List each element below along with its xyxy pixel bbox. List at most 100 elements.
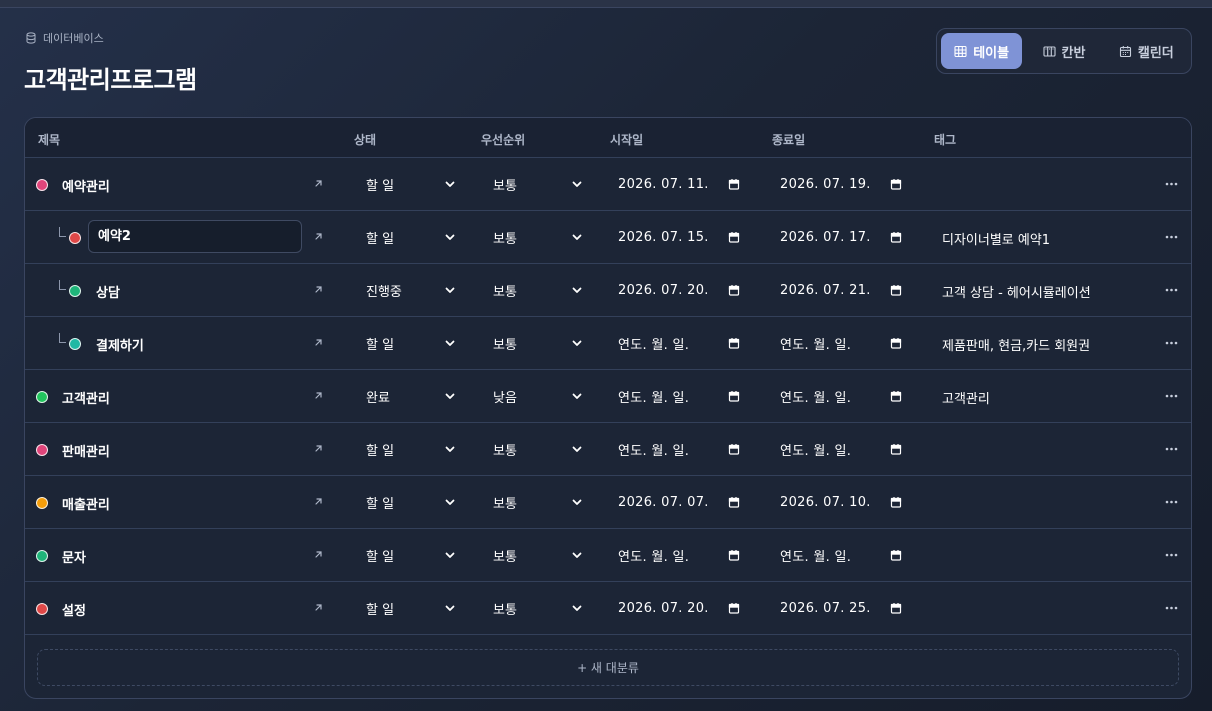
status-select[interactable]: 할 일 xyxy=(362,486,462,518)
open-page-icon[interactable] xyxy=(313,602,324,613)
priority-select[interactable]: 낮음 xyxy=(489,380,589,412)
priority-select[interactable]: 보통 xyxy=(489,274,589,306)
color-dot[interactable] xyxy=(36,179,48,191)
row-tags[interactable]: 디자이너별로 예약1 xyxy=(942,229,1050,248)
priority-select[interactable]: 보통 xyxy=(489,486,589,518)
view-table-button[interactable]: 테이블 xyxy=(941,33,1023,69)
column-header-start[interactable]: 시작일 xyxy=(610,131,643,148)
start-date-input[interactable]: 연도. 월. 일. xyxy=(618,327,740,359)
breadcrumb-label[interactable]: 데이터베이스 xyxy=(43,30,104,46)
end-date-input[interactable]: 연도. 월. 일. xyxy=(780,327,902,359)
table-row: 예약2 할 일 보통 2026. 07. 15. 2026. 07. 17. 디… xyxy=(25,211,1191,264)
more-options-button[interactable] xyxy=(1163,547,1179,563)
open-page-icon[interactable] xyxy=(313,284,324,295)
end-date-input[interactable]: 2026. 07. 21. xyxy=(780,274,902,306)
color-dot[interactable] xyxy=(36,603,48,615)
start-date-input[interactable]: 2026. 07. 07. xyxy=(618,486,740,518)
more-options-button[interactable] xyxy=(1163,282,1179,298)
start-date-input[interactable]: 2026. 07. 15. xyxy=(618,221,740,253)
open-page-icon[interactable] xyxy=(313,496,324,507)
open-page-icon[interactable] xyxy=(313,231,324,242)
color-dot[interactable] xyxy=(36,497,48,509)
view-kanban-button[interactable]: 칸반 xyxy=(1026,33,1101,69)
start-date-input[interactable]: 연도. 월. 일. xyxy=(618,433,740,465)
more-options-button[interactable] xyxy=(1163,335,1179,351)
start-date-input[interactable]: 2026. 07. 11. xyxy=(618,168,740,200)
row-title[interactable]: 고객관리 xyxy=(62,388,110,407)
end-date-input[interactable]: 2026. 07. 17. xyxy=(780,221,902,253)
table-body: 예약관리 할 일 보통 2026. 07. 11. 2026. 07. 19. … xyxy=(25,158,1191,635)
end-date-input[interactable]: 연도. 월. 일. xyxy=(780,433,902,465)
chevron-down-icon xyxy=(572,287,582,293)
priority-select[interactable]: 보통 xyxy=(489,592,589,624)
end-date-input[interactable]: 2026. 07. 19. xyxy=(780,168,902,200)
view-calendar-button[interactable]: 캘린더 xyxy=(1106,33,1187,69)
priority-select[interactable]: 보통 xyxy=(489,327,589,359)
open-page-icon[interactable] xyxy=(313,178,324,189)
row-tags[interactable]: 고객 상담 - 헤어시뮬레이션 xyxy=(942,282,1091,301)
end-date-input[interactable]: 연도. 월. 일. xyxy=(780,539,902,571)
end-date-input[interactable]: 2026. 07. 10. xyxy=(780,486,902,518)
open-page-icon[interactable] xyxy=(313,390,324,401)
priority-select[interactable]: 보통 xyxy=(489,221,589,253)
title-input[interactable]: 예약2 xyxy=(88,220,302,253)
status-select[interactable]: 할 일 xyxy=(362,327,462,359)
row-title[interactable]: 문자 xyxy=(62,547,86,566)
column-header-end[interactable]: 종료일 xyxy=(772,131,805,148)
color-dot[interactable] xyxy=(36,550,48,562)
calendar-icon xyxy=(728,232,740,243)
start-date-input[interactable]: 2026. 07. 20. xyxy=(618,592,740,624)
calendar-icon xyxy=(728,497,740,508)
calendar-icon xyxy=(890,603,902,614)
color-dot[interactable] xyxy=(69,338,81,350)
status-select[interactable]: 진행중 xyxy=(362,274,462,306)
start-date-value: 2026. 07. 15. xyxy=(618,229,709,245)
status-select[interactable]: 할 일 xyxy=(362,539,462,571)
column-header-title[interactable]: 제목 xyxy=(38,131,60,148)
end-date-input[interactable]: 연도. 월. 일. xyxy=(780,380,902,412)
color-dot[interactable] xyxy=(36,444,48,456)
status-select[interactable]: 완료 xyxy=(362,380,462,412)
row-title[interactable]: 판매관리 xyxy=(62,441,110,460)
row-title[interactable]: 결제하기 xyxy=(96,335,144,354)
status-select[interactable]: 할 일 xyxy=(362,433,462,465)
end-date-input[interactable]: 2026. 07. 25. xyxy=(780,592,902,624)
priority-select[interactable]: 보통 xyxy=(489,168,589,200)
start-date-input[interactable]: 연도. 월. 일. xyxy=(618,380,740,412)
row-tags[interactable]: 고객관리 xyxy=(942,388,990,407)
add-category-button[interactable]: + 새 대분류 xyxy=(37,649,1179,686)
more-options-button[interactable] xyxy=(1163,388,1179,404)
chevron-down-icon xyxy=(572,446,582,452)
calendar-icon xyxy=(728,550,740,561)
more-options-button[interactable] xyxy=(1163,494,1179,510)
more-options-button[interactable] xyxy=(1163,600,1179,616)
end-date-value: 2026. 07. 10. xyxy=(780,494,871,510)
more-options-button[interactable] xyxy=(1163,441,1179,457)
open-page-icon[interactable] xyxy=(313,549,324,560)
row-title[interactable]: 설정 xyxy=(62,600,86,619)
row-title[interactable]: 상담 xyxy=(96,282,120,301)
status-select[interactable]: 할 일 xyxy=(362,168,462,200)
priority-select[interactable]: 보통 xyxy=(489,539,589,571)
status-select[interactable]: 할 일 xyxy=(362,592,462,624)
start-date-input[interactable]: 연도. 월. 일. xyxy=(618,539,740,571)
color-dot[interactable] xyxy=(69,232,81,244)
calendar-icon xyxy=(728,179,740,190)
kanban-icon xyxy=(1042,45,1056,57)
more-options-button[interactable] xyxy=(1163,229,1179,245)
column-header-status[interactable]: 상태 xyxy=(354,131,376,148)
color-dot[interactable] xyxy=(36,391,48,403)
open-page-icon[interactable] xyxy=(313,443,324,454)
column-header-priority[interactable]: 우선순위 xyxy=(481,131,525,148)
row-tags[interactable]: 제품판매, 현금,카드 회원권 xyxy=(942,335,1090,354)
start-date-input[interactable]: 2026. 07. 20. xyxy=(618,274,740,306)
status-select[interactable]: 할 일 xyxy=(362,221,462,253)
color-dot[interactable] xyxy=(69,285,81,297)
row-title[interactable]: 예약관리 xyxy=(62,176,110,195)
priority-select[interactable]: 보통 xyxy=(489,433,589,465)
open-page-icon[interactable] xyxy=(313,337,324,348)
chevron-down-icon xyxy=(572,181,582,187)
row-title[interactable]: 매출관리 xyxy=(62,494,110,513)
more-options-button[interactable] xyxy=(1163,176,1179,192)
column-header-tags[interactable]: 태그 xyxy=(934,131,956,148)
